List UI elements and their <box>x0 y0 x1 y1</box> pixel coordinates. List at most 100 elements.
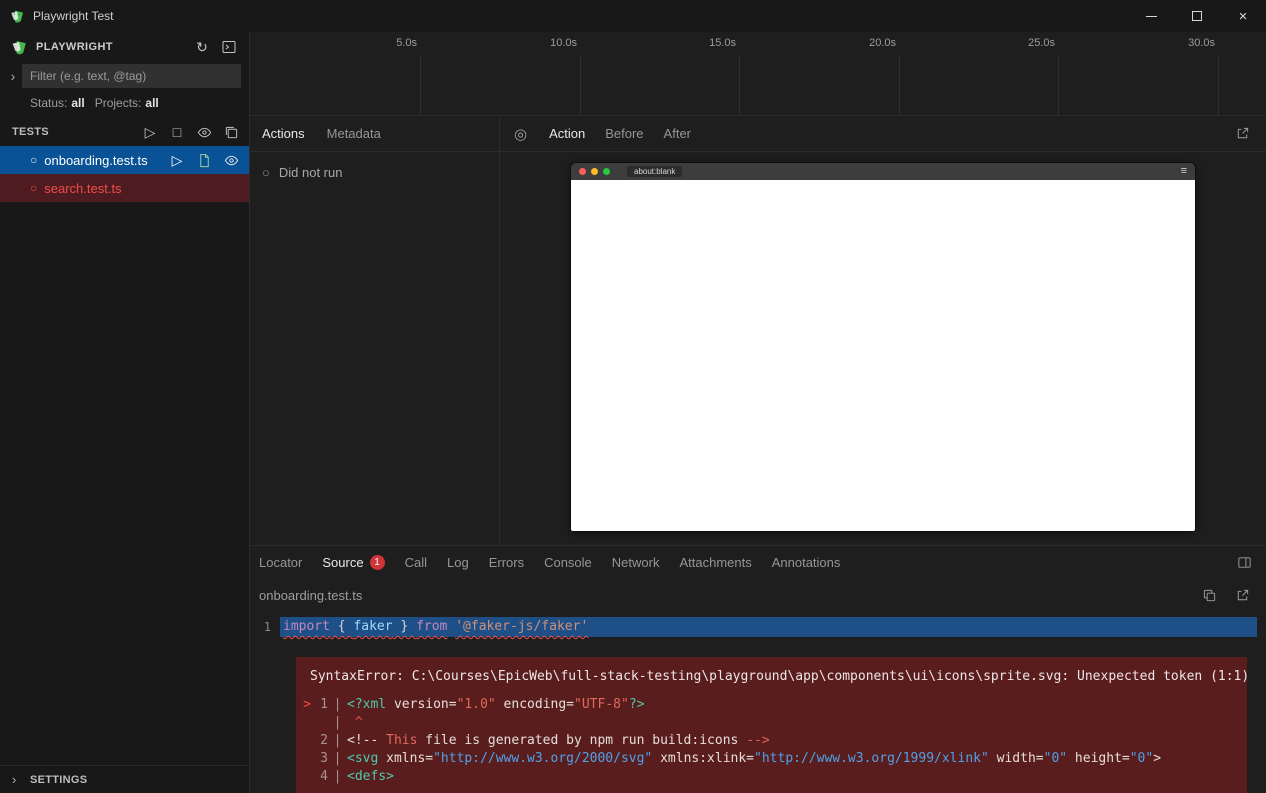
error-code-frame: >1|<?xml version="1.0" encoding="UTF-8"?… <box>300 696 1233 786</box>
eye-icon <box>224 153 239 168</box>
window-controls: × <box>1128 0 1266 32</box>
status-value: all <box>71 96 84 110</box>
collapse-all-icon <box>224 125 239 140</box>
workspace: Actions Metadata ○ Did not run ◎ Action … <box>250 116 1266 546</box>
details-panel: Locator Source1 Call Log Errors Console … <box>250 546 1266 793</box>
external-link-icon <box>1235 588 1250 603</box>
source-code-line-1: 1 import { faker } from '@faker-js/faker… <box>250 617 1266 637</box>
play-icon: ▷ <box>145 124 156 141</box>
collapse-all-button[interactable] <box>221 122 241 142</box>
close-button[interactable]: × <box>1220 0 1266 32</box>
actions-tabbar: Actions Metadata <box>250 116 499 152</box>
error-frame-row: 3|<svg xmlns="http://www.w3.org/2000/svg… <box>300 750 1233 768</box>
timeline[interactable]: 5.0s 10.0s 15.0s 20.0s 25.0s 30.0s <box>250 32 1266 116</box>
tab-source[interactable]: Source1 <box>322 555 384 570</box>
status-label: Status: <box>30 96 67 110</box>
browser-page-content[interactable] <box>571 180 1195 531</box>
settings-title: SETTINGS <box>30 774 87 786</box>
source-code-view[interactable]: 1 import { faker } from '@faker-js/faker… <box>250 612 1266 793</box>
error-frame-row: 2|<!-- This file is generated by npm run… <box>300 732 1233 750</box>
tab-annotations[interactable]: Annotations <box>772 555 841 570</box>
tab-actions[interactable]: Actions <box>262 126 305 141</box>
playwright-ui-window: Playwright Test × PLAYWRIGHT ↻ <box>0 0 1266 793</box>
refresh-icon: ↻ <box>196 39 208 56</box>
source-file-header: onboarding.test.ts <box>250 579 1266 612</box>
minimize-icon <box>1146 16 1157 17</box>
tab-call[interactable]: Call <box>405 555 427 570</box>
projects-label: Projects: <box>95 96 142 110</box>
titlebar: Playwright Test × <box>0 0 1266 32</box>
sidebar: PLAYWRIGHT ↻ › Status:all Projects:all T… <box>0 32 250 793</box>
test-item-label: onboarding.test.ts <box>44 153 147 168</box>
watch-all-button[interactable] <box>194 122 214 142</box>
playwright-logo-icon <box>9 8 25 24</box>
highlighted-line: import { faker } from '@faker-js/faker' <box>280 617 1257 637</box>
line-number: 1 <box>250 617 280 637</box>
error-frame-row: >1|<?xml version="1.0" encoding="UTF-8"?… <box>300 696 1233 714</box>
test-status-circle-icon: ○ <box>30 182 37 194</box>
play-icon: ▷ <box>172 152 183 169</box>
maximize-icon <box>1192 11 1202 21</box>
tab-after[interactable]: After <box>664 126 691 141</box>
filter-row: › <box>0 62 249 90</box>
main-area: 5.0s 10.0s 15.0s 20.0s 25.0s 30.0s Actio… <box>250 32 1266 793</box>
copy-source-button[interactable] <box>1199 586 1219 606</box>
details-tabbar: Locator Source1 Call Log Errors Console … <box>250 546 1266 579</box>
tab-before[interactable]: Before <box>605 126 643 141</box>
tab-metadata[interactable]: Metadata <box>327 126 381 141</box>
test-item-onboarding[interactable]: ○ onboarding.test.ts ▷ <box>0 146 249 174</box>
sidebar-header: PLAYWRIGHT ↻ <box>0 32 249 62</box>
filter-expander-chevron-icon[interactable]: › <box>4 68 22 84</box>
toggle-layout-button[interactable] <box>1234 553 1254 573</box>
tab-log[interactable]: Log <box>447 555 469 570</box>
snapshot-tabbar: ◎ Action Before After <box>500 116 1266 152</box>
test-item-label: search.test.ts <box>44 181 121 196</box>
tab-action[interactable]: Action <box>549 126 585 141</box>
source-error-badge: 1 <box>370 555 385 570</box>
error-frame-row: | ^ <box>300 714 1233 732</box>
terminal-output-button[interactable] <box>219 37 239 57</box>
minimize-button[interactable] <box>1128 0 1174 32</box>
watch-test-button[interactable] <box>221 150 241 170</box>
run-all-button[interactable]: ▷ <box>140 122 160 142</box>
stop-button[interactable]: □ <box>167 122 187 142</box>
filter-input[interactable] <box>22 64 241 88</box>
pick-locator-icon[interactable]: ◎ <box>514 125 527 143</box>
external-link-icon <box>1235 126 1250 141</box>
tab-attachments[interactable]: Attachments <box>679 555 751 570</box>
browser-chrome-bar: about:blank ≡ <box>571 163 1195 180</box>
circle-icon: ○ <box>262 165 270 180</box>
snapshot-viewport: about:blank ≡ <box>500 152 1266 545</box>
show-source-button[interactable] <box>194 150 214 170</box>
tests-section-header: TESTS ▷ □ <box>0 118 249 146</box>
tab-locator[interactable]: Locator <box>259 555 302 570</box>
reload-tests-button[interactable]: ↻ <box>192 37 212 57</box>
projects-value: all <box>145 96 158 110</box>
eye-icon <box>197 125 212 140</box>
test-item-search[interactable]: ○ search.test.ts <box>0 174 249 202</box>
settings-section[interactable]: › SETTINGS <box>0 765 249 793</box>
stop-icon: □ <box>173 124 181 140</box>
syntax-error-block: SyntaxError: C:\Courses\EpicWeb\full-sta… <box>296 657 1247 793</box>
snapshot-panel: ◎ Action Before After <box>500 116 1266 545</box>
maximize-button[interactable] <box>1174 0 1220 32</box>
split-view-icon <box>1237 555 1252 570</box>
browser-snapshot: about:blank ≡ <box>571 163 1195 531</box>
tab-console[interactable]: Console <box>544 555 592 570</box>
traffic-light-minimize-icon <box>591 168 598 175</box>
open-snapshot-button[interactable] <box>1232 124 1252 144</box>
error-frame-row: 4|<defs> <box>300 768 1233 786</box>
file-icon <box>197 153 212 168</box>
traffic-light-close-icon <box>579 168 586 175</box>
hamburger-menu-icon: ≡ <box>1181 166 1187 177</box>
error-message: SyntaxError: C:\Courses\EpicWeb\full-sta… <box>300 669 1233 684</box>
test-status-circle-icon: ○ <box>30 154 37 166</box>
close-icon: × <box>1239 8 1248 25</box>
run-test-button[interactable]: ▷ <box>167 150 187 170</box>
tab-network[interactable]: Network <box>612 555 660 570</box>
open-source-button[interactable] <box>1232 586 1252 606</box>
tab-errors[interactable]: Errors <box>489 555 524 570</box>
source-filename: onboarding.test.ts <box>259 588 362 603</box>
filter-status-line: Status:all Projects:all <box>0 90 249 116</box>
source-line-code: import { faker } from '@faker-js/faker' <box>283 619 588 634</box>
